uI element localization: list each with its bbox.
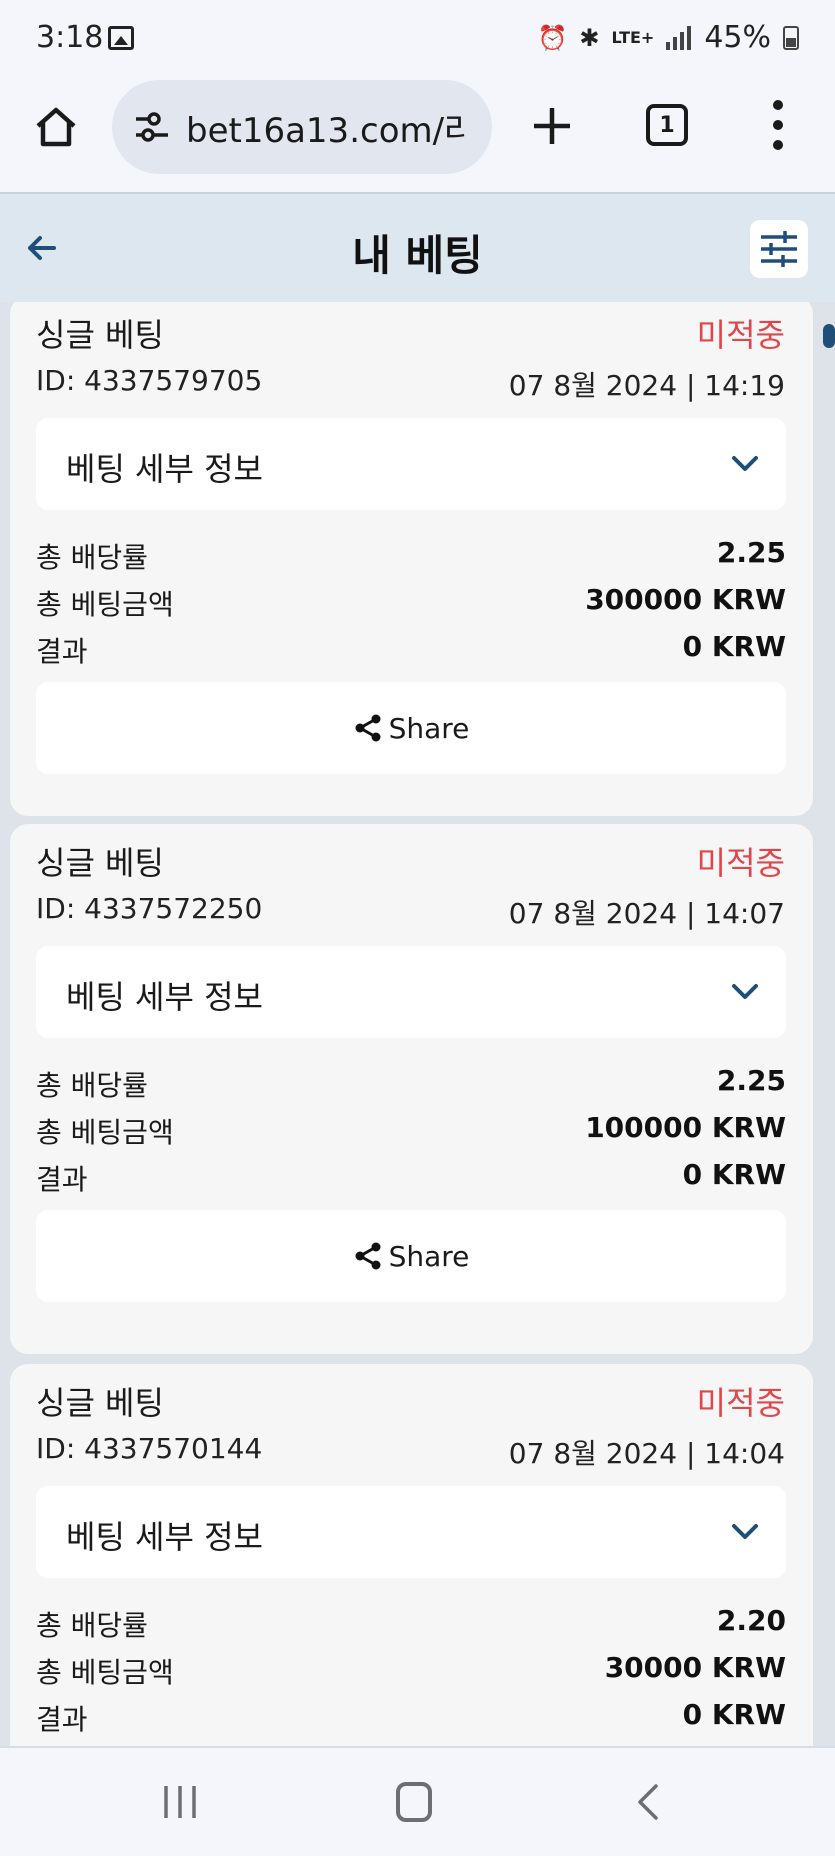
result-label: 결과	[36, 1163, 88, 1196]
gallery-notification-icon	[108, 26, 134, 50]
alarm-icon: ⏰	[537, 23, 568, 52]
filter-button[interactable]	[750, 220, 808, 278]
stake-value: 100000 KRW	[585, 1111, 786, 1144]
status-bar: 3:18 ⏰ ✱ LTE+ 45%	[0, 0, 835, 80]
result-value: 0 KRW	[682, 1698, 786, 1731]
battery-icon	[783, 25, 799, 50]
new-tab-icon[interactable]	[530, 104, 574, 148]
result-label: 결과	[36, 1703, 88, 1736]
url-text[interactable]: bet16a13.com/라	[186, 103, 466, 152]
bet-datetime: 07 8월 2024 | 14:04	[508, 1437, 785, 1470]
odds-label: 총 배당률	[36, 1069, 148, 1102]
bet-details-label: 베팅 세부 정보	[66, 450, 263, 488]
result-label: 결과	[36, 635, 88, 668]
share-label: Share	[388, 711, 470, 745]
stake-value: 30000 KRW	[604, 1651, 786, 1684]
share-button[interactable]: Share	[36, 682, 786, 774]
stake-label: 총 베팅금액	[36, 1116, 174, 1149]
stake-value: 300000 KRW	[585, 583, 786, 616]
bet-list[interactable]: 싱글 베팅 미적중 ID: 4337579705 07 8월 2024 | 14…	[0, 302, 835, 1746]
bet-card: 싱글 베팅 미적중 ID: 4337579705 07 8월 2024 | 14…	[10, 302, 813, 816]
recent-apps-icon[interactable]	[160, 1782, 200, 1822]
odds-value: 2.25	[716, 536, 786, 569]
home-icon[interactable]	[32, 102, 80, 150]
site-settings-icon[interactable]	[132, 107, 172, 147]
bet-details-toggle[interactable]: 베팅 세부 정보	[36, 418, 786, 510]
share-button[interactable]: Share	[36, 1210, 786, 1302]
bet-details-label: 베팅 세부 정보	[66, 978, 263, 1016]
bluetooth-icon: ✱	[579, 23, 600, 52]
bet-status-badge: 미적중	[696, 1384, 785, 1422]
bet-details-toggle[interactable]: 베팅 세부 정보	[36, 946, 786, 1038]
bet-details-label: 베팅 세부 정보	[66, 1518, 263, 1556]
bet-status-badge: 미적중	[696, 316, 785, 354]
tab-switcher-button[interactable]: 1	[646, 104, 688, 146]
browser-menu-icon[interactable]	[770, 100, 786, 150]
lte-icon: LTE+	[611, 27, 655, 47]
filter-sliders-icon	[761, 231, 797, 267]
bet-id: ID: 4337579705	[36, 364, 263, 397]
chevron-down-icon	[732, 1524, 758, 1539]
bet-id: ID: 4337570144	[36, 1432, 263, 1465]
home-nav-icon[interactable]	[396, 1782, 432, 1822]
signal-icon	[666, 25, 692, 50]
bet-type: 싱글 베팅	[36, 844, 164, 882]
page-header: 내 베팅	[0, 192, 835, 302]
page-title: 내 베팅	[352, 231, 483, 280]
share-label: Share	[388, 1239, 470, 1273]
back-nav-icon[interactable]	[630, 1782, 666, 1822]
share-icon	[355, 714, 381, 742]
odds-label: 총 배당률	[36, 1609, 148, 1642]
stake-label: 총 베팅금액	[36, 588, 174, 621]
system-nav-bar	[0, 1746, 835, 1856]
status-icons: ⏰ ✱ LTE+ 45%	[538, 20, 799, 55]
chevron-down-icon	[732, 984, 758, 999]
bet-card: 싱글 베팅 미적중 ID: 4337570144 07 8월 2024 | 14…	[10, 1364, 813, 1746]
bet-type: 싱글 베팅	[36, 316, 164, 354]
odds-label: 총 배당률	[36, 541, 148, 574]
stake-label: 총 베팅금액	[36, 1656, 174, 1689]
result-value: 0 KRW	[682, 630, 786, 663]
battery-percent: 45%	[704, 20, 771, 55]
bet-datetime: 07 8월 2024 | 14:07	[508, 897, 785, 930]
bet-status-badge: 미적중	[696, 844, 785, 882]
scrollbar-thumb[interactable]	[823, 324, 835, 348]
share-icon	[355, 1242, 381, 1270]
clock: 3:18	[36, 20, 104, 55]
bet-datetime: 07 8월 2024 | 14:19	[508, 369, 785, 402]
bet-type: 싱글 베팅	[36, 1384, 164, 1422]
tab-count: 1	[659, 112, 675, 138]
browser-toolbar: bet16a13.com/라 1	[0, 80, 835, 192]
bet-card: 싱글 베팅 미적중 ID: 4337572250 07 8월 2024 | 14…	[10, 824, 813, 1354]
result-value: 0 KRW	[682, 1158, 786, 1191]
odds-value: 2.20	[716, 1604, 786, 1637]
address-bar[interactable]: bet16a13.com/라	[112, 80, 492, 174]
bet-id: ID: 4337572250	[36, 892, 263, 925]
bet-details-toggle[interactable]: 베팅 세부 정보	[36, 1486, 786, 1578]
odds-value: 2.25	[716, 1064, 786, 1097]
chevron-down-icon	[732, 456, 758, 471]
